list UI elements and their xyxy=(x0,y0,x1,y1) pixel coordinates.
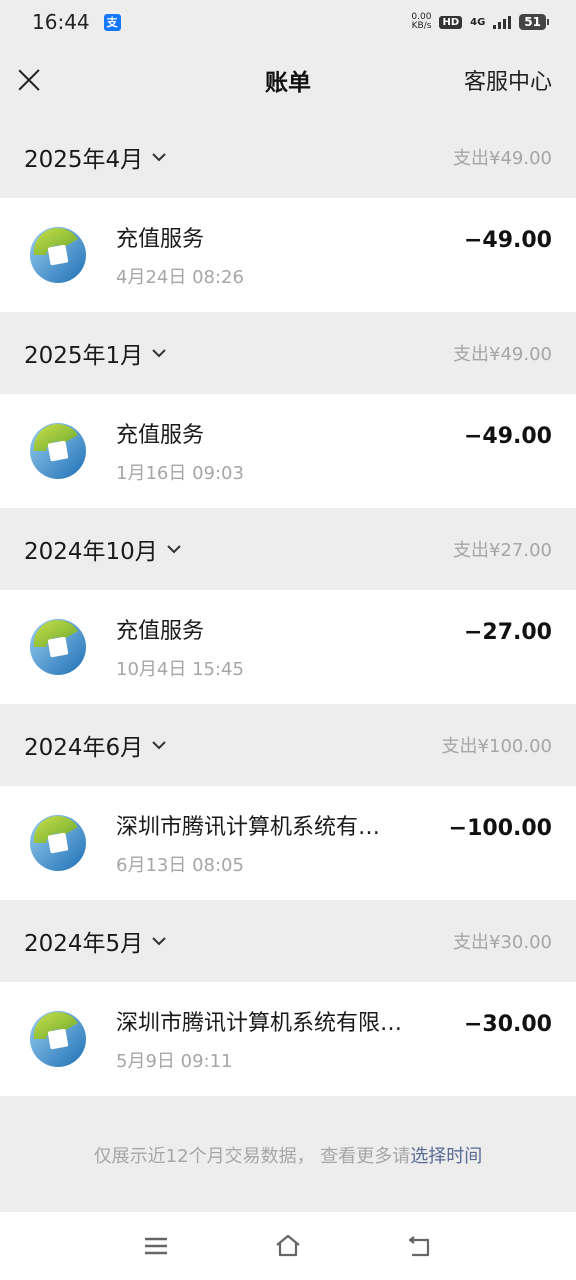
select-time-link[interactable]: 选择时间 xyxy=(410,1146,482,1167)
month-label: 2024年5月 xyxy=(24,931,144,957)
status-bar: 16:44 支 0.00 KB/s HD 4G 51 xyxy=(0,0,576,44)
transaction-amount: −49.00 xyxy=(463,228,552,253)
transaction-row[interactable]: 深圳市腾讯计算机系统有限… 5月9日 09:11 −30.00 xyxy=(0,982,576,1096)
month-label: 2024年6月 xyxy=(24,735,144,761)
month-selector[interactable]: 2025年4月 xyxy=(24,140,167,174)
chevron-down-icon xyxy=(167,545,181,554)
month-header: 2025年4月 支出¥49.00 xyxy=(0,116,576,198)
qq-recharge-logo-icon xyxy=(30,227,86,283)
month-group: 2024年10月 支出¥27.00 充值服务 10月4日 15:45 −27.0… xyxy=(0,508,576,704)
transaction-row[interactable]: 充值服务 1月16日 09:03 −49.00 xyxy=(0,394,576,508)
net-speed: 0.00 KB/s xyxy=(411,13,431,31)
status-left: 16:44 支 xyxy=(32,10,121,34)
transaction-amount: −30.00 xyxy=(463,1012,552,1037)
transaction-info: 充值服务 1月16日 09:03 xyxy=(116,417,464,485)
month-total: 支出¥30.00 xyxy=(453,932,552,953)
month-header: 2024年10月 支出¥27.00 xyxy=(0,508,576,590)
transaction-time: 10月4日 15:45 xyxy=(116,659,244,680)
month-selector[interactable]: 2024年5月 xyxy=(24,924,167,958)
transaction-amount: −100.00 xyxy=(448,816,552,841)
customer-service-button[interactable]: 客服中心 xyxy=(464,64,552,96)
month-header: 2025年1月 支出¥49.00 xyxy=(0,312,576,394)
transaction-name: 充值服务 xyxy=(116,423,205,448)
qq-recharge-logo-icon xyxy=(30,1011,86,1067)
month-label: 2025年4月 xyxy=(24,147,144,173)
signal-icon xyxy=(493,15,512,29)
month-header: 2024年5月 支出¥30.00 xyxy=(0,900,576,982)
month-selector[interactable]: 2025年1月 xyxy=(24,336,167,370)
transaction-amount: −49.00 xyxy=(463,424,552,449)
month-group: 2025年1月 支出¥49.00 充值服务 1月16日 09:03 −49.00 xyxy=(0,312,576,508)
qq-recharge-logo-icon xyxy=(30,423,86,479)
back-icon[interactable] xyxy=(406,1232,434,1260)
net-speed-unit: KB/s xyxy=(411,21,432,31)
menu-icon[interactable] xyxy=(142,1232,170,1260)
network-type: 4G xyxy=(470,16,486,28)
qq-recharge-logo-icon xyxy=(30,815,86,871)
system-nav-bar xyxy=(0,1212,576,1280)
status-time: 16:44 xyxy=(32,10,90,34)
footer-note-text: 仅展示近12个月交易数据， 查看更多请 xyxy=(93,1146,411,1167)
transaction-time: 6月13日 08:05 xyxy=(116,855,244,876)
month-selector[interactable]: 2024年6月 xyxy=(24,728,167,762)
month-total: 支出¥49.00 xyxy=(453,148,552,169)
transaction-amount: −27.00 xyxy=(463,620,552,645)
month-header: 2024年6月 支出¥100.00 xyxy=(0,704,576,786)
hd-icon: HD xyxy=(439,15,463,29)
transaction-row[interactable]: 充值服务 10月4日 15:45 −27.00 xyxy=(0,590,576,704)
alipay-notification-icon: 支 xyxy=(103,13,121,31)
nav-bar: 账单 客服中心 xyxy=(0,44,576,116)
month-group: 2025年4月 支出¥49.00 充值服务 4月24日 08:26 −49.00 xyxy=(0,116,576,312)
qq-recharge-logo-icon xyxy=(30,619,86,675)
transaction-time: 5月9日 09:11 xyxy=(116,1051,233,1072)
transaction-name: 深圳市腾讯计算机系统有限… xyxy=(116,1011,403,1036)
month-selector[interactable]: 2024年10月 xyxy=(24,532,182,566)
transaction-row[interactable]: 充值服务 4月24日 08:26 −49.00 xyxy=(0,198,576,312)
chevron-down-icon xyxy=(152,153,166,162)
transaction-row[interactable]: 深圳市腾讯计算机系统有… 6月13日 08:05 −100.00 xyxy=(0,786,576,900)
month-total: 支出¥27.00 xyxy=(453,540,552,561)
transaction-info: 深圳市腾讯计算机系统有… 6月13日 08:05 xyxy=(116,809,449,877)
footer-note: 仅展示近12个月交易数据， 查看更多请选择时间 xyxy=(0,1142,576,1168)
transaction-time: 1月16日 09:03 xyxy=(116,463,244,484)
close-icon[interactable] xyxy=(16,67,42,93)
transaction-name: 深圳市腾讯计算机系统有… xyxy=(116,815,381,840)
status-right: 0.00 KB/s HD 4G 51 xyxy=(411,13,549,31)
month-group: 2024年5月 支出¥30.00 深圳市腾讯计算机系统有限… 5月9日 09:1… xyxy=(0,900,576,1096)
month-total: 支出¥49.00 xyxy=(453,344,552,365)
month-total: 支出¥100.00 xyxy=(441,736,552,757)
chevron-down-icon xyxy=(152,349,166,358)
transaction-info: 充值服务 10月4日 15:45 xyxy=(116,613,464,681)
bill-list: 2025年4月 支出¥49.00 充值服务 4月24日 08:26 −49.00 xyxy=(0,116,576,1096)
month-group: 2024年6月 支出¥100.00 深圳市腾讯计算机系统有… 6月13日 08:… xyxy=(0,704,576,900)
transaction-name: 充值服务 xyxy=(116,619,205,644)
home-icon[interactable] xyxy=(274,1232,302,1260)
transaction-time: 4月24日 08:26 xyxy=(116,267,244,288)
month-label: 2024年10月 xyxy=(24,539,158,565)
chevron-down-icon xyxy=(152,937,166,946)
battery-icon: 51 xyxy=(519,14,549,30)
transaction-name: 充值服务 xyxy=(116,227,205,252)
chevron-down-icon xyxy=(152,741,166,750)
month-label: 2025年1月 xyxy=(24,343,144,369)
transaction-info: 深圳市腾讯计算机系统有限… 5月9日 09:11 xyxy=(116,1005,464,1073)
transaction-info: 充值服务 4月24日 08:26 xyxy=(116,221,464,289)
